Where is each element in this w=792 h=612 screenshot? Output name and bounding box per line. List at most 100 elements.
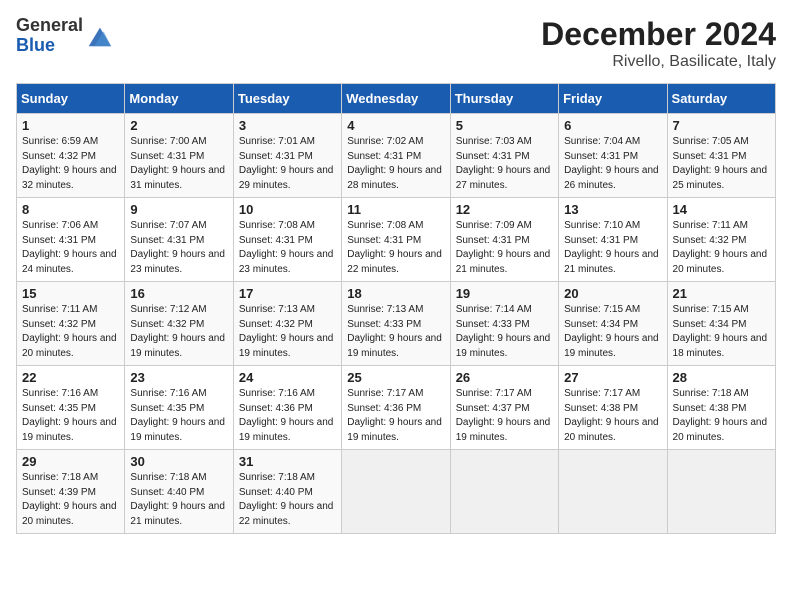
calendar-cell-day-21: 21 Sunrise: 7:15 AM Sunset: 4:34 PM Dayl…	[667, 282, 775, 366]
calendar-cell-day-20: 20 Sunrise: 7:15 AM Sunset: 4:34 PM Dayl…	[559, 282, 667, 366]
day-info: Sunrise: 7:13 AM Sunset: 4:32 PM Dayligh…	[239, 304, 334, 359]
day-info: Sunrise: 7:04 AM Sunset: 4:31 PM Dayligh…	[564, 136, 659, 191]
day-number: 6	[564, 118, 661, 133]
day-number: 17	[239, 286, 336, 301]
day-info: Sunrise: 7:15 AM Sunset: 4:34 PM Dayligh…	[564, 304, 659, 359]
calendar-cell-day-10: 10 Sunrise: 7:08 AM Sunset: 4:31 PM Dayl…	[233, 198, 341, 282]
day-info: Sunrise: 7:07 AM Sunset: 4:31 PM Dayligh…	[130, 220, 225, 275]
col-header-friday: Friday	[559, 84, 667, 114]
day-number: 24	[239, 370, 336, 385]
day-info: Sunrise: 7:17 AM Sunset: 4:38 PM Dayligh…	[564, 388, 659, 443]
day-info: Sunrise: 7:16 AM Sunset: 4:35 PM Dayligh…	[130, 388, 225, 443]
calendar-cell-day-29: 29 Sunrise: 7:18 AM Sunset: 4:39 PM Dayl…	[17, 450, 125, 534]
day-info: Sunrise: 7:18 AM Sunset: 4:38 PM Dayligh…	[673, 388, 768, 443]
day-info: Sunrise: 7:09 AM Sunset: 4:31 PM Dayligh…	[456, 220, 551, 275]
calendar-cell-day-17: 17 Sunrise: 7:13 AM Sunset: 4:32 PM Dayl…	[233, 282, 341, 366]
col-header-sunday: Sunday	[17, 84, 125, 114]
logo-icon	[85, 22, 113, 50]
day-number: 15	[22, 286, 119, 301]
day-number: 30	[130, 454, 227, 469]
day-info: Sunrise: 7:18 AM Sunset: 4:39 PM Dayligh…	[22, 472, 117, 527]
day-number: 16	[130, 286, 227, 301]
calendar-cell-day-19: 19 Sunrise: 7:14 AM Sunset: 4:33 PM Dayl…	[450, 282, 558, 366]
empty-cell	[342, 450, 450, 534]
day-number: 7	[673, 118, 770, 133]
day-number: 12	[456, 202, 553, 217]
calendar-cell-day-31: 31 Sunrise: 7:18 AM Sunset: 4:40 PM Dayl…	[233, 450, 341, 534]
day-number: 22	[22, 370, 119, 385]
calendar-week-1: 1 Sunrise: 6:59 AM Sunset: 4:32 PM Dayli…	[17, 114, 776, 198]
logo-general: General	[16, 15, 83, 35]
day-number: 10	[239, 202, 336, 217]
calendar-week-4: 22 Sunrise: 7:16 AM Sunset: 4:35 PM Dayl…	[17, 366, 776, 450]
day-info: Sunrise: 7:14 AM Sunset: 4:33 PM Dayligh…	[456, 304, 551, 359]
calendar-cell-day-8: 8 Sunrise: 7:06 AM Sunset: 4:31 PM Dayli…	[17, 198, 125, 282]
day-number: 28	[673, 370, 770, 385]
calendar-table: SundayMondayTuesdayWednesdayThursdayFrid…	[16, 83, 776, 534]
page-title: December 2024	[541, 16, 776, 53]
day-number: 20	[564, 286, 661, 301]
day-info: Sunrise: 7:11 AM Sunset: 4:32 PM Dayligh…	[22, 304, 117, 359]
day-info: Sunrise: 7:16 AM Sunset: 4:36 PM Dayligh…	[239, 388, 334, 443]
day-info: Sunrise: 7:12 AM Sunset: 4:32 PM Dayligh…	[130, 304, 225, 359]
day-info: Sunrise: 7:17 AM Sunset: 4:36 PM Dayligh…	[347, 388, 442, 443]
day-number: 23	[130, 370, 227, 385]
day-info: Sunrise: 7:08 AM Sunset: 4:31 PM Dayligh…	[239, 220, 334, 275]
calendar-week-5: 29 Sunrise: 7:18 AM Sunset: 4:39 PM Dayl…	[17, 450, 776, 534]
logo-blue: Blue	[16, 35, 55, 55]
day-info: Sunrise: 7:13 AM Sunset: 4:33 PM Dayligh…	[347, 304, 442, 359]
day-info: Sunrise: 7:03 AM Sunset: 4:31 PM Dayligh…	[456, 136, 551, 191]
day-number: 4	[347, 118, 444, 133]
day-number: 1	[22, 118, 119, 133]
day-info: Sunrise: 6:59 AM Sunset: 4:32 PM Dayligh…	[22, 136, 117, 191]
day-info: Sunrise: 7:16 AM Sunset: 4:35 PM Dayligh…	[22, 388, 117, 443]
day-number: 25	[347, 370, 444, 385]
day-info: Sunrise: 7:10 AM Sunset: 4:31 PM Dayligh…	[564, 220, 659, 275]
day-number: 14	[673, 202, 770, 217]
day-number: 19	[456, 286, 553, 301]
calendar-cell-day-23: 23 Sunrise: 7:16 AM Sunset: 4:35 PM Dayl…	[125, 366, 233, 450]
day-info: Sunrise: 7:08 AM Sunset: 4:31 PM Dayligh…	[347, 220, 442, 275]
empty-cell	[450, 450, 558, 534]
calendar-cell-day-26: 26 Sunrise: 7:17 AM Sunset: 4:37 PM Dayl…	[450, 366, 558, 450]
calendar-week-2: 8 Sunrise: 7:06 AM Sunset: 4:31 PM Dayli…	[17, 198, 776, 282]
day-info: Sunrise: 7:15 AM Sunset: 4:34 PM Dayligh…	[673, 304, 768, 359]
calendar-cell-day-24: 24 Sunrise: 7:16 AM Sunset: 4:36 PM Dayl…	[233, 366, 341, 450]
calendar-cell-day-5: 5 Sunrise: 7:03 AM Sunset: 4:31 PM Dayli…	[450, 114, 558, 198]
col-header-monday: Monday	[125, 84, 233, 114]
day-info: Sunrise: 7:17 AM Sunset: 4:37 PM Dayligh…	[456, 388, 551, 443]
day-info: Sunrise: 7:06 AM Sunset: 4:31 PM Dayligh…	[22, 220, 117, 275]
calendar-cell-day-22: 22 Sunrise: 7:16 AM Sunset: 4:35 PM Dayl…	[17, 366, 125, 450]
empty-cell	[559, 450, 667, 534]
calendar-cell-day-12: 12 Sunrise: 7:09 AM Sunset: 4:31 PM Dayl…	[450, 198, 558, 282]
day-number: 13	[564, 202, 661, 217]
day-number: 27	[564, 370, 661, 385]
calendar-cell-day-11: 11 Sunrise: 7:08 AM Sunset: 4:31 PM Dayl…	[342, 198, 450, 282]
calendar-cell-day-7: 7 Sunrise: 7:05 AM Sunset: 4:31 PM Dayli…	[667, 114, 775, 198]
calendar-cell-day-13: 13 Sunrise: 7:10 AM Sunset: 4:31 PM Dayl…	[559, 198, 667, 282]
day-info: Sunrise: 7:05 AM Sunset: 4:31 PM Dayligh…	[673, 136, 768, 191]
col-header-saturday: Saturday	[667, 84, 775, 114]
day-number: 21	[673, 286, 770, 301]
calendar-cell-day-6: 6 Sunrise: 7:04 AM Sunset: 4:31 PM Dayli…	[559, 114, 667, 198]
calendar-cell-day-1: 1 Sunrise: 6:59 AM Sunset: 4:32 PM Dayli…	[17, 114, 125, 198]
day-number: 18	[347, 286, 444, 301]
day-info: Sunrise: 7:11 AM Sunset: 4:32 PM Dayligh…	[673, 220, 768, 275]
calendar-cell-day-2: 2 Sunrise: 7:00 AM Sunset: 4:31 PM Dayli…	[125, 114, 233, 198]
calendar-cell-day-16: 16 Sunrise: 7:12 AM Sunset: 4:32 PM Dayl…	[125, 282, 233, 366]
calendar-cell-day-27: 27 Sunrise: 7:17 AM Sunset: 4:38 PM Dayl…	[559, 366, 667, 450]
calendar-cell-day-28: 28 Sunrise: 7:18 AM Sunset: 4:38 PM Dayl…	[667, 366, 775, 450]
day-number: 31	[239, 454, 336, 469]
calendar-cell-day-9: 9 Sunrise: 7:07 AM Sunset: 4:31 PM Dayli…	[125, 198, 233, 282]
day-number: 26	[456, 370, 553, 385]
empty-cell	[667, 450, 775, 534]
day-number: 2	[130, 118, 227, 133]
day-info: Sunrise: 7:18 AM Sunset: 4:40 PM Dayligh…	[130, 472, 225, 527]
day-number: 8	[22, 202, 119, 217]
day-number: 9	[130, 202, 227, 217]
day-info: Sunrise: 7:02 AM Sunset: 4:31 PM Dayligh…	[347, 136, 442, 191]
title-block: December 2024 Rivello, Basilicate, Italy	[541, 16, 776, 71]
day-number: 29	[22, 454, 119, 469]
calendar-cell-day-4: 4 Sunrise: 7:02 AM Sunset: 4:31 PM Dayli…	[342, 114, 450, 198]
day-number: 5	[456, 118, 553, 133]
